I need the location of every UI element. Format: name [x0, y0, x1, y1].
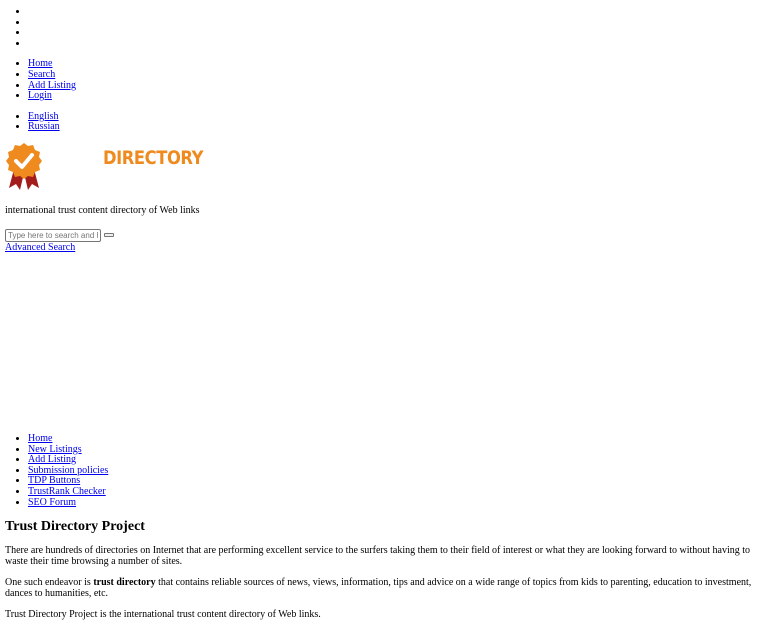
banner-placeholder	[0, 253, 760, 434]
empty-list-item	[28, 7, 760, 18]
main-nav-new-listings[interactable]: New Listings	[28, 444, 82, 455]
search-input[interactable]	[5, 228, 101, 242]
top-nav-home[interactable]: Home	[28, 58, 52, 70]
empty-list-item	[28, 39, 760, 50]
search-submit-button[interactable]	[104, 233, 114, 238]
main-nav-home[interactable]: Home	[28, 433, 52, 444]
site-tagline: international trust content directory of…	[5, 204, 200, 216]
top-nav-login[interactable]: Login	[28, 90, 52, 101]
award-badge-icon	[6, 142, 42, 190]
logo-wordmark: DIRECTORY	[103, 146, 204, 169]
main-nav-tdp-buttons[interactable]: TDP Buttons	[28, 475, 80, 487]
advanced-search-link[interactable]: Advanced Search	[5, 242, 760, 253]
language-list: English Russian	[0, 111, 760, 133]
empty-list-item	[28, 18, 760, 29]
page-title: Trust Directory Project	[5, 519, 145, 535]
language-russian[interactable]: Russian	[28, 121, 60, 133]
description-keyword: trust directory	[93, 577, 156, 589]
main-nav-trustrank-checker[interactable]: TrustRank Checker	[28, 486, 106, 497]
top-nav: Home Search Add Listing Login	[0, 59, 760, 101]
empty-list	[0, 7, 760, 49]
main-nav-seo-forum[interactable]: SEO Forum	[28, 497, 76, 508]
summary-paragraph: Trust Directory Project is the internati…	[5, 609, 321, 620]
main-nav-submission-policies[interactable]: Submission policies	[28, 465, 108, 476]
main-nav: Home New Listings Add Listing Submission…	[0, 433, 760, 508]
top-nav-search[interactable]: Search	[28, 69, 55, 80]
description-paragraph: One such endeavor is trust directory tha…	[5, 577, 755, 599]
top-nav-add-listing[interactable]: Add Listing	[28, 80, 76, 91]
intro-paragraph: There are hundreds of directories on Int…	[5, 545, 751, 568]
main-nav-add-listing[interactable]: Add Listing	[28, 454, 76, 465]
description-prefix: One such endeavor is	[5, 577, 94, 589]
language-english[interactable]: English	[28, 111, 59, 122]
empty-list-item	[28, 28, 760, 39]
site-logo[interactable]: DIRECTORY	[5, 141, 760, 193]
search-form	[5, 228, 760, 242]
